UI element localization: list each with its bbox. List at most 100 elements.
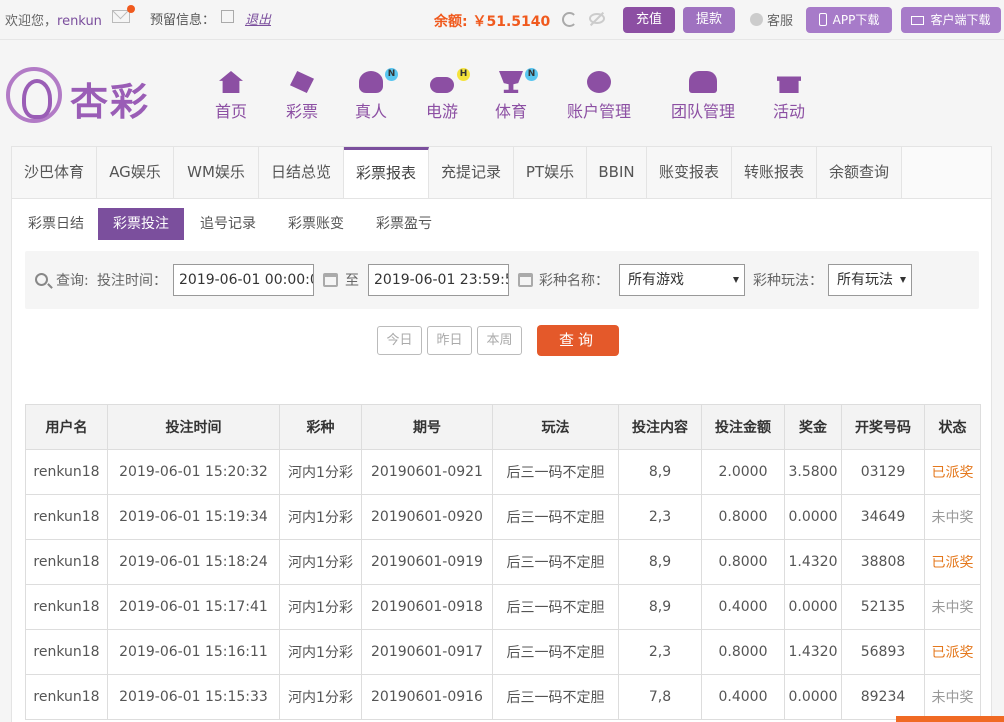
table-cell: 8,9: [618, 449, 702, 495]
calendar-icon[interactable]: [323, 273, 338, 287]
table-cell: 20190601-0916: [361, 674, 493, 720]
customer-service-link[interactable]: 客服: [750, 10, 793, 29]
play-select[interactable]: 所有玩法: [828, 264, 912, 296]
withdraw-button[interactable]: 提款: [683, 7, 735, 33]
username[interactable]: renkun: [57, 14, 102, 29]
this-week-button[interactable]: 本周: [477, 326, 522, 355]
table-cell: 89234: [841, 674, 925, 720]
game-select[interactable]: 所有游戏: [619, 264, 745, 296]
status-cell: 已派奖: [924, 539, 981, 585]
logout-link[interactable]: 退出: [245, 9, 271, 28]
search-button[interactable]: 查询: [537, 325, 619, 356]
subtab-daily[interactable]: 彩票日结: [16, 208, 96, 240]
calendar-icon[interactable]: [518, 273, 533, 287]
nav-home[interactable]: 首页: [211, 71, 251, 131]
coin-icon: [587, 71, 611, 93]
table-cell: 8,9: [618, 539, 702, 585]
table-cell: 8,9: [618, 584, 702, 630]
play-select-value: 所有玩法: [837, 272, 893, 288]
gamepad-icon: [430, 77, 454, 93]
service-label: 客服: [767, 14, 794, 29]
table-cell: renkun18: [25, 629, 108, 675]
table-cell: 56893: [841, 629, 925, 675]
logo-icon[interactable]: [6, 67, 62, 123]
table-cell: 2019-06-01 15:19:34: [107, 494, 280, 540]
nav-label: 账户管理: [566, 102, 631, 121]
table-cell: 后三一码不定胆: [492, 629, 619, 675]
start-time-input[interactable]: 2019-06-01 00:00:00: [173, 264, 314, 296]
table-cell: 2,3: [618, 629, 702, 675]
refresh-icon[interactable]: [562, 12, 577, 27]
nav-team[interactable]: 团队管理: [667, 71, 739, 131]
edit-icon[interactable]: [221, 10, 234, 23]
hide-balance-icon[interactable]: [589, 13, 605, 24]
hot-badge: H: [457, 68, 470, 81]
yesterday-button[interactable]: 昨日: [427, 326, 472, 355]
tab-saba-sports[interactable]: 沙巴体育: [12, 147, 97, 198]
tab-lottery-report[interactable]: 彩票报表: [344, 147, 429, 198]
table-cell: 1.4320: [784, 539, 842, 585]
nav-promotions[interactable]: 活动: [770, 71, 808, 131]
column-header: 期号: [361, 404, 493, 450]
recharge-button[interactable]: 充值: [623, 7, 675, 33]
today-button[interactable]: 今日: [377, 326, 422, 355]
subtab-bets[interactable]: 彩票投注: [98, 208, 184, 240]
tab-wm[interactable]: WM娱乐: [174, 147, 259, 198]
table-cell: 0.0000: [784, 584, 842, 630]
new-badge: N: [385, 68, 398, 81]
mail-icon[interactable]: [112, 5, 135, 23]
floating-widget-edge[interactable]: [896, 716, 1004, 722]
new-badge: N: [525, 68, 538, 81]
nav-account[interactable]: 账户管理: [563, 71, 635, 131]
table-cell: 河内1分彩: [279, 539, 362, 585]
tab-daily-summary[interactable]: 日结总览: [259, 147, 344, 198]
app-download-button[interactable]: APP下载: [806, 7, 892, 33]
nav-lottery[interactable]: 彩票: [283, 71, 321, 131]
tab-balance-query[interactable]: 余额查询: [817, 147, 902, 198]
subtab-changes[interactable]: 彩票账变: [276, 208, 356, 240]
table-cell: 2,3: [618, 494, 702, 540]
table-cell: renkun18: [25, 449, 108, 495]
logo-text[interactable]: 杏彩: [70, 71, 150, 126]
end-time-input[interactable]: 2019-06-01 23:59:59: [368, 264, 509, 296]
status-cell: 未中奖: [924, 674, 981, 720]
tab-pt[interactable]: PT娱乐: [514, 147, 587, 198]
tab-bbin[interactable]: BBIN: [587, 147, 647, 198]
gift-icon: [777, 76, 801, 93]
table-cell: 2019-06-01 15:17:41: [107, 584, 280, 630]
table-cell: 后三一码不定胆: [492, 539, 619, 585]
table-cell: 后三一码不定胆: [492, 674, 619, 720]
subtab-profit[interactable]: 彩票盈亏: [364, 208, 444, 240]
table-row[interactable]: renkun18 2019-06-01 15:15:33 河内1分彩 20190601…: [25, 674, 981, 720]
table-cell: 后三一码不定胆: [492, 584, 619, 630]
client-download-button[interactable]: 客户端下载: [901, 7, 1001, 33]
table-row[interactable]: renkun18 2019-06-01 15:16:11 河内1分彩 20190601…: [25, 629, 981, 675]
tab-deposit-withdraw[interactable]: 充提记录: [429, 147, 514, 198]
tab-ag[interactable]: AG娱乐: [97, 147, 174, 198]
table-cell: 20190601-0921: [361, 449, 493, 495]
table-row[interactable]: renkun18 2019-06-01 15:18:24 河内1分彩 20190601…: [25, 539, 981, 585]
site-header: 杏彩 首页 彩票 N 真人 H 电游 N 体育 账户管理 团队管理 活动: [0, 41, 1004, 141]
tab-balance-change[interactable]: 账变报表: [647, 147, 732, 198]
nav-live[interactable]: N 真人: [352, 68, 398, 131]
table-cell: 后三一码不定胆: [492, 494, 619, 540]
welcome-text: 欢迎您，renkun: [5, 10, 102, 29]
table-cell: 0.0000: [784, 674, 842, 720]
table-cell: 2019-06-01 15:15:33: [107, 674, 280, 720]
table-row[interactable]: renkun18 2019-06-01 15:17:41 河内1分彩 20190601…: [25, 584, 981, 630]
table-cell: 河内1分彩: [279, 494, 362, 540]
table-cell: 2.0000: [701, 449, 785, 495]
report-panel: 沙巴体育 AG娱乐 WM娱乐 日结总览 彩票报表 充提记录 PT娱乐 BBIN …: [11, 146, 992, 722]
table-cell: renkun18: [25, 584, 108, 630]
table-cell: 0.8000: [701, 494, 785, 540]
nav-slots[interactable]: H 电游: [422, 68, 470, 131]
table-row[interactable]: renkun18 2019-06-01 15:19:34 河内1分彩 20190601…: [25, 494, 981, 540]
table-row[interactable]: renkun18 2019-06-01 15:20:32 河内1分彩 20190601…: [25, 449, 981, 495]
tab-transfer[interactable]: 转账报表: [732, 147, 817, 198]
trophy-icon: [499, 71, 523, 93]
team-icon: [689, 71, 717, 93]
nav-sports[interactable]: N 体育: [492, 68, 538, 131]
table-cell: renkun18: [25, 494, 108, 540]
subtab-chase[interactable]: 追号记录: [188, 208, 268, 240]
column-header: 状态: [924, 404, 981, 450]
